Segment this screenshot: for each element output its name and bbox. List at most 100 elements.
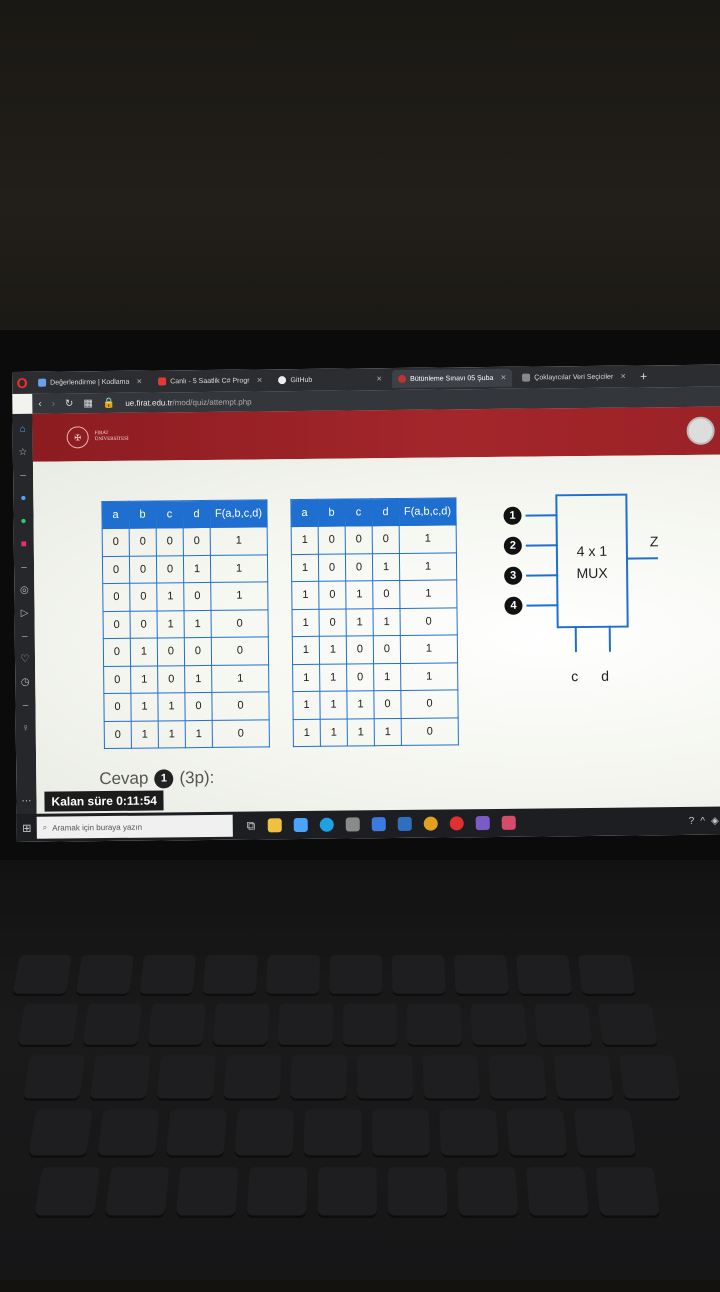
chrome-icon[interactable] xyxy=(423,816,438,831)
answer-label: Cevap xyxy=(99,768,149,789)
table-row: 00110 xyxy=(103,609,269,639)
mail-icon[interactable] xyxy=(371,817,386,832)
whatsapp-icon[interactable]: ● xyxy=(20,516,26,527)
bulb-icon[interactable]: ♀ xyxy=(22,723,30,734)
avatar[interactable] xyxy=(686,416,715,445)
mux-input-line xyxy=(526,574,559,577)
keyboard-key xyxy=(147,1003,206,1045)
tab-4[interactable]: Bütünleme Sınavı 05 Şuba ✕ xyxy=(392,368,513,389)
table-cell: 0 xyxy=(184,692,213,721)
tab-label: GitHub xyxy=(290,376,313,384)
instagram-icon[interactable]: ■ xyxy=(21,539,27,550)
star-icon[interactable]: ☆ xyxy=(18,447,27,458)
network-icon[interactable]: ◈ xyxy=(711,815,719,826)
mux-input-badge-3: 3 xyxy=(504,566,523,585)
file-explorer-icon[interactable] xyxy=(267,818,282,833)
close-icon[interactable]: ✕ xyxy=(376,375,382,383)
table-cell: 0 xyxy=(345,525,373,554)
keyboard-key xyxy=(166,1109,227,1156)
table-cell: 1 xyxy=(293,718,321,747)
opera-icon[interactable] xyxy=(449,816,464,831)
send-icon[interactable]: ▷ xyxy=(21,608,29,619)
history-icon[interactable]: ◷ xyxy=(21,677,30,688)
table-header-cell: F(a,b,c,d) xyxy=(398,497,457,526)
table-cell: 0 xyxy=(104,720,132,749)
tab-3[interactable]: GitHub ✕ xyxy=(272,371,388,388)
divider-icon: – xyxy=(21,630,28,642)
table-cell: 1 xyxy=(210,526,268,555)
edge-icon[interactable] xyxy=(319,817,334,832)
table-header-cell: d xyxy=(182,500,211,528)
table-header-cell: F(a,b,c,d) xyxy=(209,499,268,528)
windows-start-icon[interactable]: ⊞ xyxy=(17,821,37,834)
keyboard-key xyxy=(246,1167,308,1216)
keyboard-key xyxy=(372,1109,430,1156)
messenger-icon[interactable]: ● xyxy=(20,493,26,504)
keyboard-key xyxy=(595,1167,660,1216)
table-row: 01000 xyxy=(103,636,269,667)
pen-app-icon[interactable] xyxy=(397,816,412,831)
table-cell: 1 xyxy=(399,524,457,553)
visual-studio-icon[interactable] xyxy=(475,816,490,831)
table-cell: 1 xyxy=(184,664,212,693)
close-icon[interactable]: ✕ xyxy=(136,378,142,386)
table-cell: 1 xyxy=(400,662,458,691)
store-icon[interactable] xyxy=(345,817,360,832)
table-cell: 1 xyxy=(131,720,159,749)
new-tab-icon[interactable]: + xyxy=(640,369,647,383)
divider-icon: – xyxy=(22,699,29,711)
mux-label-line-2: MUX xyxy=(576,564,608,582)
keyboard-key xyxy=(176,1167,239,1216)
mux-select-label-c: c xyxy=(571,668,579,685)
chevron-up-icon[interactable]: ^ xyxy=(700,815,705,826)
tab-5[interactable]: Çoklayıcılar Veri Seçiciler ✕ xyxy=(516,369,632,386)
keyboard-key xyxy=(12,955,73,994)
table-cell: 0 xyxy=(373,690,402,719)
task-view-icon[interactable]: ⧉ xyxy=(247,818,256,833)
snip-app-icon[interactable] xyxy=(501,815,516,830)
quiz-content: a b c d F(a,b,c,d) 0000100011001010011001000… xyxy=(32,454,720,822)
table-header-row: a b c d F(a,b,c,d) xyxy=(101,499,268,529)
opera-logo-icon[interactable]: O xyxy=(12,372,32,394)
tab-2[interactable]: Canlı - 5 Saatlik C# Progr ✕ xyxy=(152,372,268,389)
table-header-cell: c xyxy=(155,500,184,528)
cube-app-icon[interactable] xyxy=(293,817,308,833)
help-icon[interactable]: ? xyxy=(689,815,695,826)
keyboard-key xyxy=(534,1003,593,1045)
forward-icon[interactable]: › xyxy=(52,398,55,409)
reload-icon[interactable]: ↻ xyxy=(65,398,74,409)
mux-label: 4 x 1 MUX xyxy=(558,540,626,585)
table-cell: 0 xyxy=(102,528,130,557)
table-row: 01011 xyxy=(103,664,269,694)
keyboard-key xyxy=(573,1109,637,1156)
table-row: 11001 xyxy=(292,634,458,665)
page-icon xyxy=(522,373,531,382)
search-placeholder: Aramak için buraya yazın xyxy=(52,822,143,833)
table-cell: 0 xyxy=(102,583,131,612)
mux-input-badge-2: 2 xyxy=(503,536,522,555)
table-cell: 1 xyxy=(291,608,320,637)
grid-icon[interactable]: ▦ xyxy=(83,398,93,409)
table-cell: 0 xyxy=(318,581,346,609)
table-header-row: a b c d F(a,b,c,d) xyxy=(290,497,457,527)
mux-select-line xyxy=(574,626,577,653)
back-icon[interactable]: ‹ xyxy=(38,398,41,409)
player-icon[interactable]: ◎ xyxy=(20,585,29,596)
table-cell: 1 xyxy=(400,634,458,663)
university-seal-icon[interactable]: ✠ xyxy=(66,426,89,449)
table-row: 11110 xyxy=(293,717,459,747)
mux-output-label: Z xyxy=(649,533,659,550)
close-icon[interactable]: ✕ xyxy=(500,374,506,382)
table-cell: 1 xyxy=(319,663,347,692)
url-field[interactable]: ue.firat.edu.tr/mod/quiz/attempt.php xyxy=(125,397,251,407)
keyboard-key xyxy=(290,1055,347,1099)
table-cell: 0 xyxy=(103,693,132,722)
more-icon[interactable]: ⋯ xyxy=(21,796,31,807)
tab-1[interactable]: Değerlendirme | Kodlama ✕ xyxy=(32,374,148,391)
home-icon[interactable]: ⌂ xyxy=(20,424,26,435)
close-icon[interactable]: ✕ xyxy=(620,373,626,381)
close-icon[interactable]: ✕ xyxy=(257,376,263,384)
table-cell: 1 xyxy=(130,692,159,721)
heart-icon[interactable]: ♡ xyxy=(20,654,29,665)
taskbar-search-input[interactable]: ⌕ Aramak için buraya yazın xyxy=(36,814,233,839)
